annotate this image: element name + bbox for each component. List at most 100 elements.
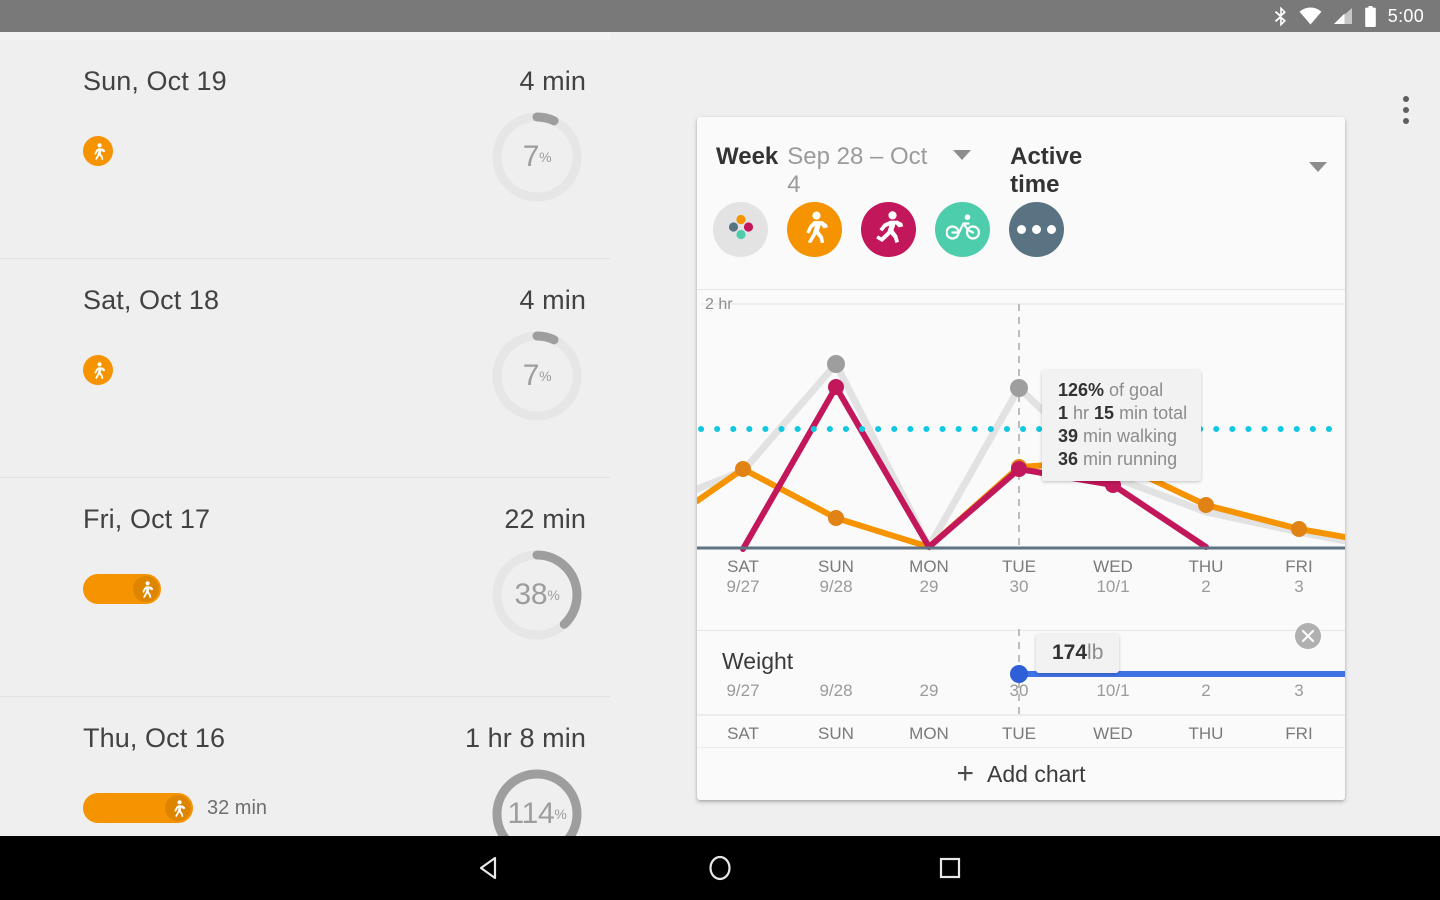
weight-title: Weight [722,648,794,674]
svg-text:2: 2 [1201,577,1210,596]
activity-chart[interactable]: 2 hr SAT 9/27 SUN 9/28 MON 29 TUE 30 WED… [697,289,1345,629]
close-icon [1301,629,1315,643]
back-icon [479,856,497,880]
svg-text:TUE: TUE [1002,724,1036,743]
day-total: 1 hr 8 min [464,723,586,753]
multicolor-dots-icon [726,212,756,247]
svg-text:3: 3 [1294,577,1303,596]
selector-row: Week Sep 28 – Oct 4 Active time [716,143,1327,199]
chip-all-activities[interactable] [713,202,768,257]
day-row-header: Sun, Oct 19 4 min [83,66,586,97]
recents-icon [939,857,961,879]
svg-text:THU: THU [1189,557,1224,576]
svg-text:MON: MON [909,557,949,576]
day-list[interactable]: Sun, Oct 19 4 min 7% Sat, Oct 18 4 min 7… [0,40,610,836]
tooltip-line-total: 1 hr 15 min total [1058,403,1188,423]
cell-signal-icon [1333,8,1352,24]
battery-icon [1364,5,1376,27]
day-row-header: Fri, Oct 17 22 min [83,504,586,535]
goal-ring: 38% [488,546,586,644]
day-segments [83,136,127,166]
chip-walking[interactable] [787,202,842,257]
day-row-header: Thu, Oct 16 1 hr 8 min [83,723,586,754]
day-row[interactable]: Thu, Oct 16 1 hr 8 min 32 min 114 % [0,697,610,836]
chevron-down-icon [1309,162,1327,172]
day-segments [83,355,127,385]
tooltip-line-walking: 39 min walking [1058,426,1178,446]
run-icon [874,211,904,248]
activity-segment-walk [83,793,193,823]
status-bar: 5:00 [0,0,1440,32]
svg-text:10/1: 10/1 [1096,577,1129,596]
goal-percent: 114% [507,797,567,830]
svg-text:FRI: FRI [1285,557,1312,576]
goal-percent: 7% [522,140,552,173]
goal-ring: 114% [488,765,586,836]
goal-percent: 7% [522,359,552,392]
weight-chart[interactable]: Weight SAT SUN MON TUE WED THU FRI [697,629,1345,747]
goal-ring: 7% [488,108,586,206]
nav-home-button[interactable] [605,854,835,882]
day-row[interactable]: Fri, Oct 17 22 min 38% [0,478,610,697]
goal-percent: 38% [514,578,560,611]
activity-filter-chips[interactable] [713,202,1064,257]
day-date: Thu, Oct 16 [83,723,226,753]
period-range: Sep 28 – Oct 4 [787,143,928,198]
dot-icon [1403,96,1409,102]
svg-text:30: 30 [1010,577,1029,596]
period-label: Week [716,143,779,170]
remove-weight-chart-button[interactable] [1295,623,1321,649]
ellipsis-icon [1014,225,1059,234]
svg-text:SUN: SUN [818,724,854,743]
svg-text:SUN: SUN [818,557,854,576]
svg-text:9/27: 9/27 [726,577,759,596]
day-date: Sun, Oct 19 [83,66,227,96]
activity-tooltip: 126% of goal 1 hr 15 min total 39 min wa… [1042,370,1202,481]
add-chart-label: Add chart [987,760,1086,787]
chevron-down-icon [953,150,972,160]
screen: 5:00 Sun, Oct 19 4 min 7 % Sat, Oct 18 4… [0,0,1440,900]
svg-text:WED: WED [1093,724,1133,743]
walk-icon [801,211,829,248]
svg-text:SAT: SAT [727,557,759,576]
android-nav-bar[interactable] [0,836,1440,900]
bluetooth-icon [1274,6,1286,26]
period-selector[interactable]: Week Sep 28 – Oct 4 [716,143,972,199]
day-date: Fri, Oct 17 [83,504,211,534]
status-bar-clock: 5:00 [1387,5,1424,26]
metric-selector[interactable]: Active time [1010,143,1327,199]
svg-text:WED: WED [1093,557,1133,576]
bike-icon [944,214,980,245]
day-date: Sat, Oct 18 [83,285,220,315]
day-total: 4 min [519,285,586,315]
chip-biking[interactable] [935,202,990,257]
day-total: 4 min [519,66,586,96]
activity-segment-walk [83,136,113,166]
tooltip-line-goal: 126% of goal [1058,380,1164,400]
activity-segment-walk [83,574,161,604]
segment-label: 32 min [207,796,268,819]
nav-recents-button[interactable] [835,856,1065,880]
add-chart-button[interactable]: + Add chart [697,747,1345,800]
more-options-button[interactable] [1389,88,1423,132]
app-body: Sun, Oct 19 4 min 7% Sat, Oct 18 4 min 7… [0,32,1440,836]
chip-more-activities[interactable] [1009,202,1064,257]
day-segments [83,574,175,604]
svg-text:THU: THU [1189,724,1224,743]
goal-ring: 7% [488,327,586,425]
plus-icon: + [956,757,975,790]
walk-icon [85,357,111,383]
weight-tooltip: 174lb [1036,634,1120,673]
walk-icon [165,795,191,821]
day-row[interactable]: Sun, Oct 19 4 min 7% [0,40,610,259]
day-row[interactable]: Sat, Oct 18 4 min 7% [0,259,610,478]
home-icon [709,855,731,881]
chip-running[interactable] [861,202,916,257]
day-segments: 32 min [83,793,267,823]
metric-label: Active time [1010,143,1083,198]
svg-text:FRI: FRI [1285,724,1312,743]
nav-back-button[interactable] [375,855,605,881]
svg-text:9/28: 9/28 [819,577,852,596]
weight-unit: lb [1087,641,1104,664]
weight-value: 174 [1052,641,1088,664]
